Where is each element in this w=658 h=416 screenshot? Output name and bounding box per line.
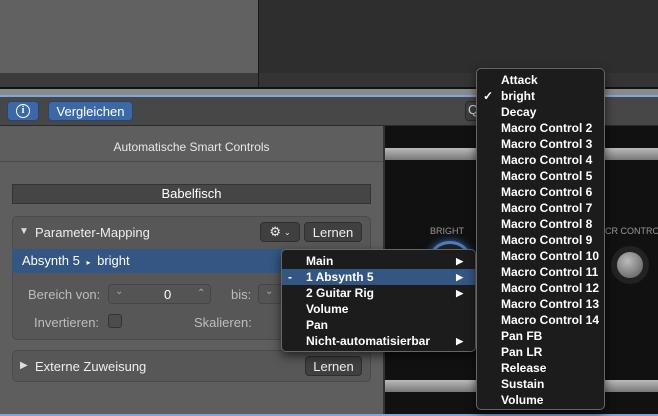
knob-label-bright: BRIGHT — [430, 226, 465, 236]
menu-item[interactable]: ✓ bright — [477, 88, 604, 104]
decrement-icon[interactable]: ⌄ — [115, 286, 123, 297]
disclosure-triangle-closed-icon[interactable]: ▶ — [20, 360, 28, 371]
knob-label-macro: CR CONTROL — [605, 226, 658, 236]
menu-item-label: Pan FB — [501, 329, 543, 343]
info-icon: i — [16, 104, 30, 118]
menu-item[interactable]: Pan FB — [477, 328, 604, 344]
external-assignment-section: ▶ Externe Zuweisung Lernen — [12, 350, 371, 382]
menu-item[interactable]: Release — [477, 360, 604, 376]
gear-icon: ⚙ — [269, 224, 281, 239]
menu-item-label: Macro Control 5 — [501, 169, 593, 183]
menu-item[interactable]: Macro Control 6 — [477, 184, 604, 200]
disclosure-triangle-open-icon[interactable]: ▼ — [19, 226, 29, 237]
increment-icon[interactable]: ⌃ — [197, 288, 205, 299]
menu-item[interactable]: Macro Control 7 — [477, 200, 604, 216]
menu-item-label: Attack — [501, 73, 538, 87]
menu-item-label: Decay — [501, 105, 537, 119]
menu-item[interactable]: Macro Control 3 — [477, 136, 604, 152]
menu-item-label: Macro Control 8 — [501, 217, 593, 231]
compare-button[interactable]: Vergleichen — [48, 101, 133, 121]
parameter-mapping-header: Parameter-Mapping — [35, 225, 150, 240]
menu-item[interactable]: Pan LR — [477, 344, 604, 360]
menu-item[interactable]: Nicht-automatisierbar ▶ — [282, 333, 475, 349]
menu-item-label: Sustain — [501, 377, 545, 391]
menu-item-label: Pan — [306, 318, 329, 332]
scale-label: Skalieren: — [194, 315, 252, 330]
menu-item-label: Main — [306, 254, 334, 268]
menu-item-label: Macro Control 4 — [501, 153, 593, 167]
macro-control-knob[interactable] — [611, 246, 649, 284]
menu-item-label: Macro Control 3 — [501, 137, 593, 151]
menu-item[interactable]: Macro Control 11 — [477, 264, 604, 280]
external-learn-button[interactable]: Lernen — [305, 356, 362, 376]
chevron-down-icon: ⌄ — [283, 227, 291, 237]
menu-item[interactable]: Macro Control 2 — [477, 120, 604, 136]
external-assignment-header: Externe Zuweisung — [35, 359, 147, 374]
menu-item[interactable]: Volume — [477, 392, 604, 408]
control-name-field[interactable]: Babelfisch — [12, 184, 371, 204]
parameter-submenu: Attack ✓ bright Decay Macro Control 2 Macro C… — [476, 68, 605, 410]
menu-item-label: 1 Absynth 5 — [306, 270, 374, 284]
upper-left-footer — [0, 73, 258, 87]
upper-left-pane — [0, 0, 258, 73]
range-from-label: Bereich von: — [28, 287, 101, 302]
menu-item-label: Macro Control 2 — [501, 121, 593, 135]
submenu-arrow-icon: ▶ — [456, 336, 463, 346]
info-button[interactable]: i — [7, 101, 39, 121]
menu-item-label: Nicht-automatisierbar — [306, 334, 431, 348]
menu-item-label: Macro Control 9 — [501, 233, 593, 247]
menu-item[interactable]: Macro Control 12 — [477, 280, 604, 296]
state-mark: - — [288, 270, 292, 284]
inspector-title: Automatische Smart Controls — [0, 126, 383, 162]
mapped-plugin: Absynth 5 — [22, 253, 80, 268]
checkmark-icon: ✓ — [483, 89, 494, 103]
path-arrow-icon: ▸ — [86, 258, 91, 267]
menu-item-label: Volume — [501, 393, 544, 407]
decrement-icon[interactable]: ⌄ — [265, 286, 273, 297]
menu-item[interactable]: 2 Guitar Rig ▶ — [282, 285, 475, 301]
menu-item[interactable]: Macro Control 8 — [477, 216, 604, 232]
menu-item[interactable]: -1 Absynth 5 ▶ — [282, 269, 475, 285]
menu-item-label: Macro Control 10 — [501, 249, 600, 263]
learn-button[interactable]: Lernen — [304, 222, 362, 242]
menu-item[interactable]: Macro Control 5 — [477, 168, 604, 184]
submenu-arrow-icon: ▶ — [456, 288, 463, 298]
menu-item-label: 2 Guitar Rig — [306, 286, 375, 300]
menu-item[interactable]: Macro Control 14 — [477, 312, 604, 328]
menu-item-label: Macro Control 11 — [501, 265, 599, 279]
submenu-arrow-icon: ▶ — [456, 272, 463, 282]
menu-item[interactable]: Sustain — [477, 376, 604, 392]
menu-item-label: Volume — [306, 302, 349, 316]
submenu-arrow-icon: ▶ — [456, 256, 463, 266]
menu-item[interactable]: Macro Control 10 — [477, 248, 604, 264]
menu-item[interactable]: Main ▶ — [282, 253, 475, 269]
range-from-stepper[interactable]: ⌄ 0 ⌃ — [108, 284, 211, 304]
menu-item-label: Pan LR — [501, 345, 543, 359]
menu-item-label: Macro Control 14 — [501, 313, 600, 327]
menu-item[interactable]: Pan — [282, 317, 475, 333]
menu-item-label: Macro Control 13 — [501, 297, 600, 311]
gear-menu-button[interactable]: ⚙ ⌄ — [260, 222, 300, 242]
mapped-parameter: bright — [97, 253, 130, 268]
menu-item[interactable]: Decay — [477, 104, 604, 120]
menu-item-label: Macro Control 7 — [501, 201, 593, 215]
menu-item[interactable]: Macro Control 13 — [477, 296, 604, 312]
menu-item-label: Macro Control 12 — [501, 281, 600, 295]
menu-item[interactable]: Macro Control 4 — [477, 152, 604, 168]
menu-item-label: bright — [501, 89, 535, 103]
menu-item[interactable]: Volume — [282, 301, 475, 317]
invert-label: Invertieren: — [34, 315, 100, 330]
menu-item-label: Macro Control 6 — [501, 185, 593, 199]
menu-item[interactable]: Macro Control 9 — [477, 232, 604, 248]
range-to-label: bis: — [231, 287, 252, 302]
parameter-context-menu: Main ▶ -1 Absynth 5 ▶ 2 Guitar Rig ▶ Volume Pan… — [281, 249, 476, 352]
menu-item[interactable]: Attack — [477, 72, 604, 88]
range-from-value: 0 — [164, 287, 172, 302]
menu-item-label: Release — [501, 361, 547, 375]
invert-checkbox[interactable] — [108, 314, 122, 328]
